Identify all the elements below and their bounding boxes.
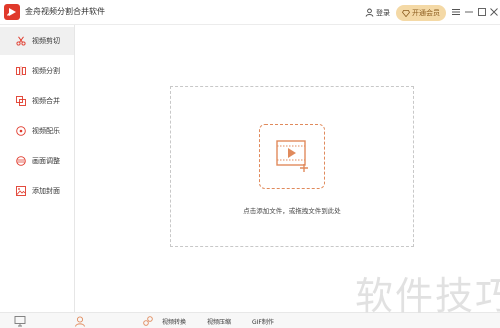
split-icon [16,66,26,76]
monitor-icon[interactable] [14,315,26,327]
sidebar-item-music[interactable]: 视频配乐 [0,117,74,145]
sidebar-item-label: 添加封面 [32,187,60,195]
link-icon [143,316,153,326]
image-icon [16,186,26,196]
login-label: 登录 [376,8,390,17]
title-bar: 金舟视频分割合并软件 登录 开通会员 [0,0,500,25]
sidebar-item-adjust[interactable]: 画面调整 [0,147,74,175]
sidebar-item-label: 视频合并 [32,97,60,105]
sidebar-item-merge[interactable]: 视频合并 [0,87,74,115]
sidebar-item-label: 视频配乐 [32,127,60,135]
scissors-icon [16,36,26,46]
drop-hint-text: 点击添加文件，或拖拽文件到此处 [243,207,341,215]
sidebar-item-label: 视频分割 [32,67,60,75]
diamond-icon [402,9,410,17]
sidebar-item-label: 画面调整 [32,157,60,165]
minimize-icon[interactable] [463,5,475,19]
video-compress-link[interactable]: 视频压缩 [207,317,231,326]
music-icon [16,126,26,136]
watermark-text: 软件技巧 [355,274,500,318]
add-file-button[interactable] [259,124,325,189]
add-video-icon [276,140,308,172]
close-icon[interactable] [488,5,500,19]
file-drop-zone[interactable]: 点击添加文件，或拖拽文件到此处 [170,86,414,247]
play-logo-icon [4,4,20,20]
app-title: 金舟视频分割合并软件 [25,7,105,16]
sidebar-item-split[interactable]: 视频分割 [0,57,74,85]
vip-label: 开通会员 [412,9,440,17]
merge-icon [16,96,26,106]
video-convert-link[interactable]: 视频转换 [162,317,186,326]
vip-button[interactable]: 开通会员 [396,5,446,21]
sidebar-item-label: 视频剪切 [32,37,60,45]
user-icon [365,8,374,17]
sidebar-item-cut[interactable]: 视频剪切 [0,27,74,55]
login-button[interactable]: 登录 [365,6,390,19]
support-icon[interactable] [74,315,86,327]
adjust-icon [16,156,26,166]
sidebar: 视频剪切 视频分割 视频合并 视频配乐 画面调整 添加封面 [0,25,75,312]
gif-maker-link[interactable]: GIF制作 [252,317,274,326]
menu-icon[interactable] [450,5,462,19]
maximize-icon[interactable] [476,5,488,19]
sidebar-item-cover[interactable]: 添加封面 [0,177,74,205]
